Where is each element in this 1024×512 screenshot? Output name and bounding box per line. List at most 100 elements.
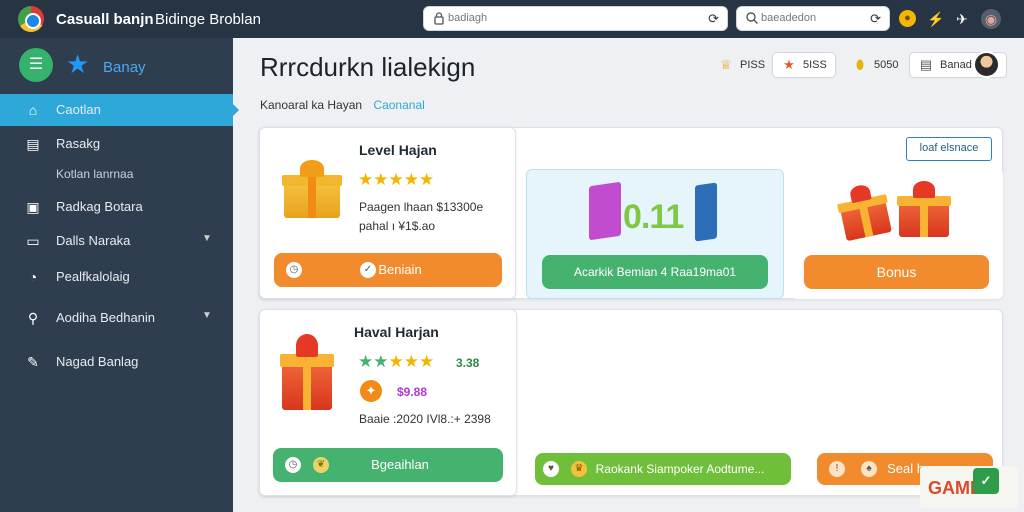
bonus-button[interactable]: Bonus [804,255,989,289]
stat-trophy: ♕ PISS [718,52,765,78]
level-card-left: Level Hajan ★★★★★ Paagen lhaan $13300e p… [259,127,516,299]
lock-icon [434,12,444,25]
search-people-icon: ⚲ [27,310,39,326]
search-placeholder: baeadedon [761,12,817,24]
sidebar-item-profile[interactable]: ◔ Pealfkalolaig [0,261,233,293]
card-detail: pahal ı ¥1$.ao [359,219,436,233]
mushroom-icon: ♠ [861,461,877,477]
button-label: Beniain [378,262,422,277]
chevron-down-icon: ▼ [202,233,212,244]
chat-bubble-icon: ◔ [28,269,38,285]
search-placeholder: badiagh [448,12,488,24]
score-panel: 0.11 Acarkik Bemian 4 Raa19ma01 [526,169,784,299]
sidebar-subitem[interactable]: Kotlan lanrnaa [0,159,233,191]
stat-stars[interactable]: ★ 5ISS [772,52,836,78]
chevron-down-icon: ▼ [202,310,212,321]
stat-value: Banad [940,59,972,71]
gift-icon [897,181,951,237]
check-icon: ✓ [360,262,376,278]
score-display: 0.11 [623,198,684,236]
details-button[interactable]: loaf elsnace [906,137,992,161]
rocket-icon[interactable]: ✈ [952,9,972,29]
sidebar-item-rewards[interactable]: ▣ Radkag Botara [0,191,233,223]
sidebar-item-label: Aodiha Bedhanin [56,310,156,325]
shield-icon: ♥ [543,461,559,477]
coin-icon[interactable]: ● [899,10,916,27]
rating-value: 3.38 [456,356,480,370]
info-icon: ! [829,461,845,477]
sidebar-item-label: Radkag Botara [56,199,143,214]
breadcrumb-current[interactable]: Caonanal [373,98,424,112]
refresh-icon[interactable]: ⟳ [870,11,881,27]
rank-button[interactable]: ♥ ♛ Raokank Siampoker Aodtume... [535,453,791,485]
calendar-icon: ▤ [26,136,40,152]
button-label: Bgeaihlan [371,457,429,472]
folder-icon: ▭ [26,233,40,249]
search-icon [746,12,758,24]
gift-icon [281,160,343,218]
sidebar-item-label: Rasakg [56,136,101,151]
star-icon: ★ [66,49,90,79]
trophy-icon: ♕ [720,57,732,72]
flash-icon[interactable]: ⚡ [926,9,946,29]
leaderboard-button[interactable]: Acarkik Bemian 4 Raa19ma01 [542,255,768,289]
gift-icon [280,334,334,410]
watermark-logo: GAME ✓ [920,466,1018,508]
coin-icon: ✦ [360,380,382,402]
stat-value: 5050 [874,59,899,71]
brand-label: Banay [103,59,146,76]
avatar[interactable] [973,51,1000,78]
refresh-icon[interactable]: ⟳ [708,11,719,27]
shield-icon: ✓ [973,468,999,494]
home-icon: ⌂ [28,102,38,118]
button-label: Raokank Siampoker Aodtume... [595,462,765,476]
stat-coins: ⬮ 5050 [852,52,899,78]
share-button[interactable]: ◷ ❦ Bgeaihlan [273,448,503,482]
search-input-secondary[interactable]: baeadedon ⟳ [736,6,890,31]
sidebar-item-label: Dalls Naraka [56,233,131,248]
user-avatar-icon[interactable]: ◉ [981,9,1001,29]
breadcrumb: Kanoaral ka Hayan Caonanal [260,98,425,112]
bonus-panel: Bonus [791,169,1003,299]
clock-icon: ◷ [285,457,301,473]
sidebar-item-home[interactable]: ⌂ Caotlan [0,94,239,126]
card-title: Haval Harjan [354,324,439,340]
app-title: Casuall banjn [56,11,154,28]
gift-icon [836,181,892,242]
sidebar-item-label: Kotlan lanrnaa [56,167,134,181]
claim-button[interactable]: ◷ ✓ Beniain [274,253,502,287]
wrench-icon: ✎ [27,354,39,370]
top-bar: Casuall banjn Bidinge Broblan badiagh ⟳ … [0,0,1024,38]
medal-icon: ♛ [571,461,587,477]
star-icon: ★ [783,57,795,72]
app-logo-icon [18,6,44,32]
sidebar-item-audio[interactable]: ⚲ Aodiha Bedhanin ▼ [0,302,233,334]
coin-icon: ⬮ [855,57,865,72]
clock-icon: ◷ [286,262,302,278]
bonus-card-left: Haval Harjan ★★★★★ 3.38 ✦ $9.88 Baaie :2… [259,309,517,496]
sidebar-item-settings[interactable]: ✎ Nagad Banlag [0,346,233,378]
sidebar-item-daily[interactable]: ▭ Dalls Naraka ▼ [0,225,233,257]
sidebar-item-rankings[interactable]: ▤ Rasakg [0,128,233,160]
gift-box-icon: ▣ [26,199,40,215]
star-rating: ★★★★★ [358,352,435,371]
breadcrumb-parent[interactable]: Kanoaral ka Hayan [260,98,362,112]
purple-block-icon [589,181,621,241]
sidebar-item-label: Caotlan [56,102,101,117]
page-title: Rrrcdurkn lialekign [260,52,476,82]
price: $9.88 [397,385,428,399]
card-detail: Baaie :2020 IVl8.:+ 2398 [359,412,491,426]
leaf-icon: ❦ [313,457,329,473]
sidebar: ☰ ★ Banay ⌂ Caotlan ▤ Rasakg Kotlan lanr… [0,38,239,512]
star-rating: ★★★★★ [358,170,435,189]
card-title: Level Hajan [359,142,437,158]
card-detail: Paagen lhaan $13300e [359,200,484,214]
sidebar-item-label: Nagad Banlag [56,354,139,369]
search-input-primary[interactable]: badiagh ⟳ [423,6,728,31]
sidebar-item-label: Pealfkalolaig [56,269,130,284]
app-subtitle: Bidinge Broblan [155,11,261,28]
menu-list-icon[interactable]: ☰ [19,48,53,82]
document-icon: ▤ [919,57,933,72]
stat-value: 5ISS [803,59,827,71]
blue-block-icon [695,182,717,242]
